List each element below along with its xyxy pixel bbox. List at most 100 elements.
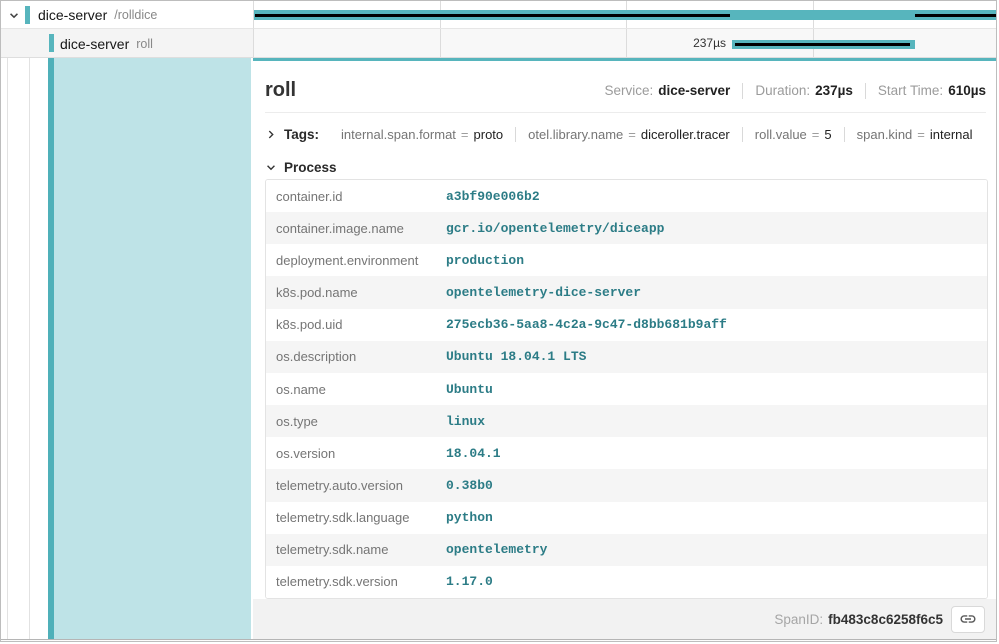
spanid-value: fb483c8c6258f6c5 xyxy=(828,612,943,627)
kv-key: telemetry.sdk.version xyxy=(266,574,446,589)
kv-key: deployment.environment xyxy=(266,253,446,268)
timeline-row-child: 237µs xyxy=(253,29,997,58)
table-row: deployment.environmentproduction xyxy=(266,244,987,276)
kv-value: a3bf90e006b2 xyxy=(446,189,540,204)
kv-value: python xyxy=(446,510,493,525)
kv-key: telemetry.sdk.name xyxy=(266,542,446,557)
tag-value: proto xyxy=(474,127,504,142)
link-icon xyxy=(959,610,977,628)
table-row: telemetry.sdk.languagepython xyxy=(266,502,987,534)
process-label: Process xyxy=(284,160,337,175)
tag-value: 5 xyxy=(824,127,831,142)
span-row-root[interactable]: dice-server /rolldice xyxy=(1,1,253,29)
kv-key: k8s.pod.name xyxy=(266,285,446,300)
window-bottom-edge xyxy=(1,639,996,642)
kv-value: 1.17.0 xyxy=(446,574,493,589)
copy-link-button[interactable] xyxy=(951,606,985,633)
critical-path-segment xyxy=(255,14,730,17)
process-key-value-table: container.ida3bf90e006b2 container.image… xyxy=(265,179,988,599)
root-service-name: dice-server xyxy=(38,7,107,23)
kv-key: container.id xyxy=(266,189,446,204)
process-accordion-toggle[interactable]: Process xyxy=(265,155,986,179)
table-row: os.version18.04.1 xyxy=(266,437,987,469)
kv-key: container.image.name xyxy=(266,221,446,236)
chevron-right-icon xyxy=(265,129,277,140)
divider xyxy=(742,83,743,99)
kv-key: os.description xyxy=(266,349,446,364)
kv-key: telemetry.sdk.language xyxy=(266,510,446,525)
span-duration-label: 237µs xyxy=(254,29,726,58)
child-operation-name: roll xyxy=(136,37,153,51)
span-color-stripe xyxy=(25,6,30,24)
duration-label: Duration: xyxy=(755,83,810,98)
kv-value: gcr.io/opentelemetry/diceapp xyxy=(446,221,664,236)
kv-value: production xyxy=(446,253,524,268)
equals-sign: = xyxy=(917,127,925,142)
kv-key: os.type xyxy=(266,414,446,429)
tag-key: roll.value xyxy=(755,127,807,142)
tree-guide-line xyxy=(7,58,8,639)
start-time-label: Start Time: xyxy=(878,83,943,98)
table-row: os.typelinux xyxy=(266,405,987,437)
span-title: roll xyxy=(265,79,296,102)
divider xyxy=(865,83,866,99)
kv-value: Ubuntu 18.04.1 LTS xyxy=(446,349,586,364)
table-row: k8s.pod.nameopentelemetry-dice-server xyxy=(266,276,987,308)
span-meta: Service: dice-server Duration: 237µs Sta… xyxy=(604,83,986,99)
child-span-bar[interactable] xyxy=(732,40,915,49)
timeline-row-root xyxy=(253,1,997,29)
table-row: container.image.namegcr.io/opentelemetry… xyxy=(266,212,987,244)
tag-summary-item: roll.value = 5 xyxy=(742,127,844,142)
jaeger-trace-detail-view: dice-server /rolldice dice-server roll 2… xyxy=(0,0,997,642)
tag-key: internal.span.format xyxy=(341,127,456,142)
equals-sign: = xyxy=(628,127,636,142)
kv-value: opentelemetry-dice-server xyxy=(446,285,641,300)
kv-value: 275ecb36-5aa8-4c2a-9c47-d8bb681b9aff xyxy=(446,317,727,332)
tag-summary-item: internal.span.format = proto xyxy=(329,127,515,142)
start-time-value: 610µs xyxy=(948,83,986,98)
spanid-label: SpanID: xyxy=(774,612,823,627)
kv-key: os.name xyxy=(266,382,446,397)
span-color-stripe xyxy=(49,34,54,52)
kv-value: opentelemetry xyxy=(446,542,547,557)
duration-value: 237µs xyxy=(815,83,853,98)
critical-path-segment xyxy=(735,43,910,46)
span-detail-footer: SpanID: fb483c8c6258f6c5 xyxy=(253,599,997,639)
kv-value: 0.38b0 xyxy=(446,478,493,493)
service-value: dice-server xyxy=(658,83,730,98)
table-row: container.ida3bf90e006b2 xyxy=(266,180,987,212)
kv-key: telemetry.auto.version xyxy=(266,478,446,493)
root-span-bar[interactable] xyxy=(254,10,997,20)
tag-key: span.kind xyxy=(857,127,913,142)
tag-summary-item: span.kind = internal xyxy=(844,127,985,142)
tag-value: internal xyxy=(930,127,973,142)
table-row: telemetry.sdk.nameopentelemetry xyxy=(266,534,987,566)
chevron-down-icon xyxy=(265,162,277,173)
span-row-child[interactable]: dice-server roll xyxy=(1,29,253,58)
collapse-chevron-down-icon[interactable] xyxy=(8,10,20,21)
service-label: Service: xyxy=(604,83,653,98)
selected-span-fill xyxy=(54,58,251,639)
equals-sign: = xyxy=(461,127,469,142)
kv-value: linux xyxy=(446,414,485,429)
kv-value: 18.04.1 xyxy=(446,446,501,461)
child-service-name: dice-server xyxy=(60,36,129,52)
root-operation-name: /rolldice xyxy=(114,8,157,22)
table-row: k8s.pod.uid275ecb36-5aa8-4c2a-9c47-d8bb6… xyxy=(266,309,987,341)
table-row: telemetry.auto.version0.38b0 xyxy=(266,469,987,501)
kv-key: k8s.pod.uid xyxy=(266,317,446,332)
tag-summary-item: otel.library.name = diceroller.tracer xyxy=(515,127,742,142)
tags-accordion-toggle[interactable]: Tags: internal.span.format = proto otel.… xyxy=(265,121,986,147)
kv-value: Ubuntu xyxy=(446,382,493,397)
critical-path-segment xyxy=(915,14,997,17)
table-row: os.nameUbuntu xyxy=(266,373,987,405)
tags-label: Tags: xyxy=(284,127,319,142)
span-detail-header: roll Service: dice-server Duration: 237µ… xyxy=(265,61,986,113)
tag-key: otel.library.name xyxy=(528,127,623,142)
table-row: os.descriptionUbuntu 18.04.1 LTS xyxy=(266,341,987,373)
kv-key: os.version xyxy=(266,446,446,461)
tag-value: diceroller.tracer xyxy=(641,127,730,142)
selected-span-left-gutter xyxy=(1,58,253,639)
tree-guide-line xyxy=(29,58,30,639)
span-detail-card: roll Service: dice-server Duration: 237µ… xyxy=(253,58,997,599)
